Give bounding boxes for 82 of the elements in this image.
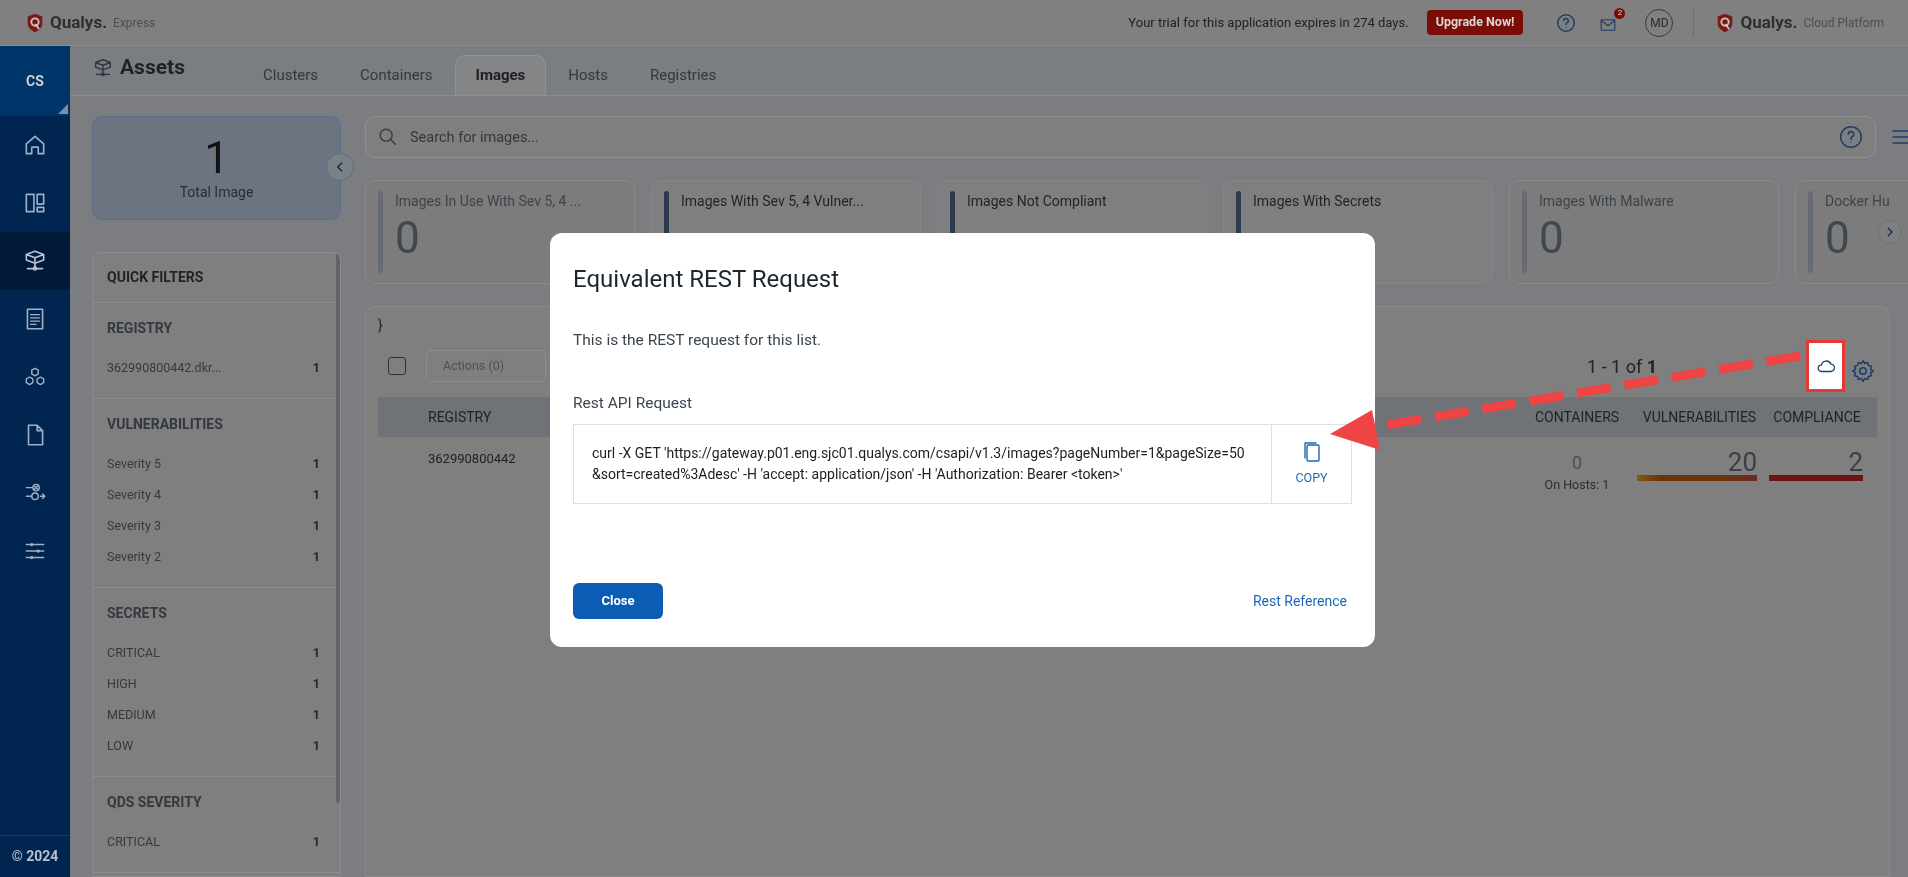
filter-count: 1 <box>312 706 320 725</box>
filter-count: 1 <box>312 455 320 474</box>
stat-value: 0 <box>395 212 421 264</box>
stat-label: Images In Use With Sev 5, 4 ... <box>395 192 581 211</box>
filter-label: CRITICAL <box>107 833 161 852</box>
table-cell: 20 <box>1727 449 1757 475</box>
page-title: Assets <box>120 53 185 81</box>
column-header[interactable]: COMPLIANCE <box>1767 406 1867 428</box>
filter-group-title: SECRETS <box>107 603 167 623</box>
stat-label: Docker Hu <box>1825 192 1890 211</box>
filter-count: 1 <box>312 833 320 852</box>
filter-count: 1 <box>312 737 320 756</box>
tab[interactable]: Registries <box>629 55 737 95</box>
select-all-checkbox[interactable] <box>388 357 406 375</box>
table-cell-text: On Hosts: 1 <box>1544 476 1610 494</box>
filter-count: 1 <box>312 517 320 536</box>
filter-label: MEDIUM <box>107 706 157 725</box>
filter-item[interactable]: Severity 4 1 <box>93 480 340 511</box>
filter-label: 362990800442.dkr... <box>107 359 223 378</box>
filter-item[interactable]: Severity 2 1 <box>93 542 340 573</box>
filter-item[interactable]: HIGH 1 <box>93 669 340 700</box>
cube-network-icon <box>92 56 114 79</box>
close-button[interactable]: Close <box>573 583 663 619</box>
filter-label: Severity 3 <box>107 517 162 536</box>
search-icon <box>377 126 399 148</box>
filter-item[interactable]: Severity 3 1 <box>93 511 340 542</box>
copyright: © 2024 <box>0 835 70 877</box>
stray-text: } <box>378 316 383 335</box>
filter-count: 1 <box>312 675 320 694</box>
table-cell: 2 <box>1848 449 1863 475</box>
sidebar-item[interactable] <box>0 232 70 290</box>
upgrade-button[interactable]: Upgrade Now! <box>1426 10 1524 35</box>
help-icon[interactable] <box>1838 124 1864 150</box>
table-cell: 362990800442 <box>428 451 516 466</box>
settings-icon[interactable] <box>1850 358 1876 384</box>
total-count: 1 <box>204 133 229 182</box>
field-label: Rest API Request <box>573 393 694 415</box>
filter-item[interactable]: CRITICAL 1 <box>93 638 340 669</box>
column-header[interactable]: CONTAINERS <box>1522 406 1632 428</box>
stat-value: 0 <box>1825 212 1851 264</box>
filter-label: CRITICAL <box>107 644 161 663</box>
help-icon[interactable] <box>1555 11 1578 34</box>
brand-name: Qualys. <box>1740 10 1798 34</box>
filter-item[interactable]: CRITICAL 1 <box>93 827 340 858</box>
filter-item[interactable]: LOW 1 <box>93 731 340 762</box>
stat-label: Images With Malware <box>1539 192 1674 211</box>
filter-group-title: REGISTRY <box>107 318 173 338</box>
filter-count: 1 <box>312 359 320 378</box>
account-switcher[interactable]: CS <box>0 46 70 116</box>
filter-item[interactable]: MEDIUM 1 <box>93 700 340 731</box>
rest-reference-link[interactable]: Rest Reference <box>1252 590 1347 612</box>
dialog-description: This is the REST request for this list. <box>573 330 823 351</box>
filter-count: 1 <box>312 486 320 505</box>
filter-label: LOW <box>107 737 135 756</box>
tab[interactable]: Containers <box>340 55 453 95</box>
collapse-button[interactable] <box>326 153 354 181</box>
stat-value: 0 <box>1539 212 1565 264</box>
filter-group-title: VULNERABILITIES <box>107 414 223 434</box>
filter-label: Severity 2 <box>107 548 162 567</box>
stat-label: Images With Secrets <box>1253 192 1382 211</box>
total-label: Total Image <box>179 182 254 202</box>
tab[interactable]: Images <box>454 55 547 95</box>
trial-notice: Your trial for this application expires in 274 days. <box>1128 13 1409 32</box>
filter-label: Severity 5 <box>107 455 162 474</box>
pagination-text: 1 - 1 of 1 <box>1587 354 1657 379</box>
search-field[interactable]: Search for images... <box>365 116 1876 158</box>
notification-badge: 2 <box>1614 7 1626 19</box>
request-text: curl -X GET 'https://gateway.p01.eng.sjc01.qualys.com/csapi/v1.3/images?pageNumber=1&pageSize=50&sort=created%3Adesc' -H 'accept: application/json' -H 'Authorization: Bearer <token>' <box>591 443 1246 484</box>
filter-item[interactable]: Severity 5 1 <box>93 449 340 480</box>
stat-label: Images Not Compliant <box>967 192 1107 211</box>
stat-label: Images With Sev 5, 4 Vulner... <box>681 192 864 211</box>
tab[interactable]: Hosts <box>548 55 628 95</box>
filter-count: 1 <box>312 548 320 567</box>
column-header[interactable]: VULNERABILITIES <box>1632 406 1767 428</box>
filter-item[interactable]: 362990800442.dkr... 1 <box>93 353 340 384</box>
filter-count: 1 <box>312 644 320 663</box>
filter-group-title: QDS SEVERITY <box>107 792 202 812</box>
brand-name: Qualys. <box>50 10 108 34</box>
filter-label: HIGH <box>107 675 138 694</box>
filter-panel-title: QUICK FILTERS <box>107 268 204 287</box>
tab[interactable]: Clusters <box>243 55 339 95</box>
filter-label: Severity 4 <box>107 486 162 505</box>
